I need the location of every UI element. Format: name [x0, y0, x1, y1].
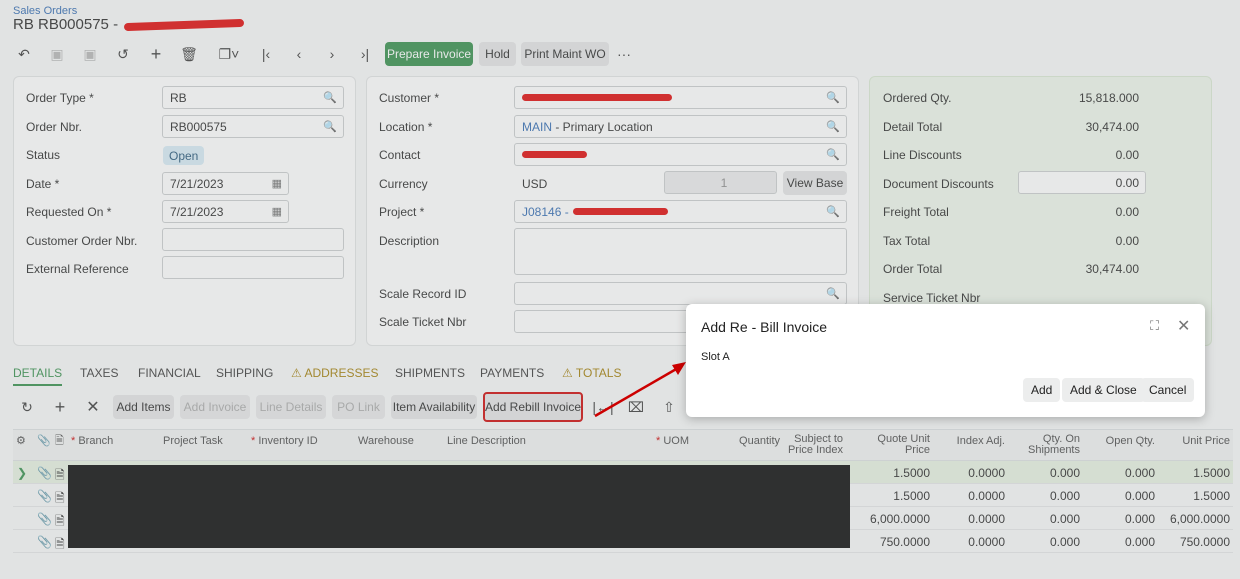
- dialog-title: Add Re - Bill Invoice: [701, 319, 828, 335]
- slot-label: Slot A: [701, 351, 730, 363]
- add-rebill-invoice-dialog: Add Re - Bill Invoice ⛶ ✕ Slot A Add Add…: [686, 304, 1205, 417]
- add-and-close-button[interactable]: Add & Close: [1062, 378, 1145, 402]
- cancel-button[interactable]: Cancel: [1141, 378, 1195, 402]
- maximize-icon[interactable]: ⛶: [1150, 318, 1159, 334]
- close-icon[interactable]: ✕: [1177, 316, 1190, 336]
- annotation-arrow: [594, 362, 686, 418]
- add-button[interactable]: Add: [1023, 378, 1061, 402]
